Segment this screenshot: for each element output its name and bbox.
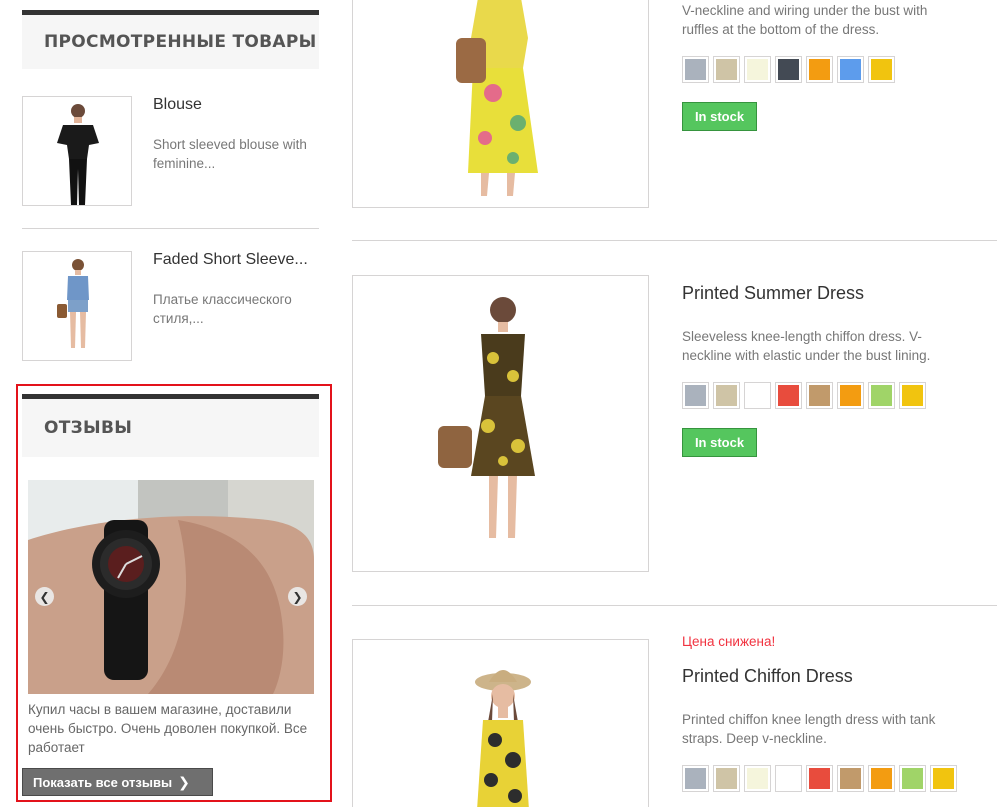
divider — [22, 228, 319, 229]
color-swatch[interactable] — [682, 765, 709, 792]
color-swatch[interactable] — [713, 765, 740, 792]
color-swatch[interactable] — [775, 765, 802, 792]
color-swatch[interactable] — [837, 56, 864, 83]
product-name[interactable]: Printed Chiffon Dress — [682, 666, 853, 687]
color-swatches — [682, 765, 957, 792]
color-swatch[interactable] — [713, 56, 740, 83]
viewed-products-block: ПРОСМОТРЕННЫЕ ТОВАРЫ — [22, 10, 319, 69]
color-swatch[interactable] — [806, 382, 833, 409]
show-all-reviews-label: Показать все отзывы — [33, 774, 173, 790]
show-all-reviews-button[interactable]: Показать все отзывы ❯ — [22, 768, 213, 796]
chevron-right-icon[interactable]: ❯ — [288, 587, 307, 606]
chevron-left-icon[interactable]: ❮ — [35, 587, 54, 606]
color-swatch[interactable] — [837, 382, 864, 409]
color-swatch[interactable] — [744, 382, 771, 409]
viewed-products-title: ПРОСМОТРЕННЫЕ ТОВАРЫ — [22, 10, 319, 69]
color-swatch[interactable] — [744, 765, 771, 792]
color-swatch[interactable] — [868, 765, 895, 792]
color-swatch[interactable] — [806, 56, 833, 83]
product-name[interactable]: Printed Summer Dress — [682, 283, 864, 304]
color-swatch[interactable] — [868, 382, 895, 409]
product-image[interactable] — [352, 639, 649, 807]
color-swatch[interactable] — [775, 56, 802, 83]
product-description: Printed chiffon knee length dress with t… — [682, 712, 936, 746]
color-swatch[interactable] — [682, 56, 709, 83]
in-stock-badge: In stock — [682, 102, 757, 131]
price-reduced-badge: Цена снижена! — [682, 634, 776, 649]
in-stock-badge: In stock — [682, 428, 757, 457]
color-swatch[interactable] — [744, 56, 771, 83]
viewed-item-description: Платье классического стиля,... — [153, 292, 292, 326]
divider — [352, 605, 997, 606]
color-swatch[interactable] — [775, 382, 802, 409]
viewed-item-name[interactable]: Faded Short Sleeve... — [153, 251, 308, 269]
color-swatches — [682, 56, 895, 83]
product-description: Sleeveless knee-length chiffon dress. V-… — [682, 329, 931, 363]
color-swatch[interactable] — [837, 765, 864, 792]
color-swatch[interactable] — [713, 382, 740, 409]
viewed-item-thumbnail[interactable] — [22, 96, 132, 206]
color-swatch[interactable] — [899, 765, 926, 792]
review-text: Купил часы в вашем магазине, доставили о… — [28, 702, 308, 755]
viewed-item-thumbnail[interactable] — [22, 251, 132, 361]
product-image[interactable] — [352, 0, 649, 208]
product-description: V-neckline and wiring under the bust wit… — [682, 3, 928, 37]
chevron-right-icon: ❯ — [178, 773, 190, 790]
viewed-item-blouse[interactable]: Blouse Short sleeved blouse with feminin… — [22, 96, 319, 206]
reviews-title: ОТЗЫВЫ — [22, 394, 319, 457]
viewed-item-faded-short-sleeve[interactable]: Faded Short Sleeve... Платье классическо… — [22, 251, 319, 361]
color-swatch[interactable] — [682, 382, 709, 409]
product-image[interactable] — [352, 275, 649, 572]
review-photo[interactable] — [28, 480, 314, 694]
color-swatch[interactable] — [899, 382, 926, 409]
color-swatches — [682, 382, 926, 409]
viewed-item-name[interactable]: Blouse — [153, 96, 202, 114]
color-swatch[interactable] — [930, 765, 957, 792]
color-swatch[interactable] — [806, 765, 833, 792]
viewed-item-description: Short sleeved blouse with feminine... — [153, 137, 307, 171]
color-swatch[interactable] — [868, 56, 895, 83]
divider — [352, 240, 997, 241]
